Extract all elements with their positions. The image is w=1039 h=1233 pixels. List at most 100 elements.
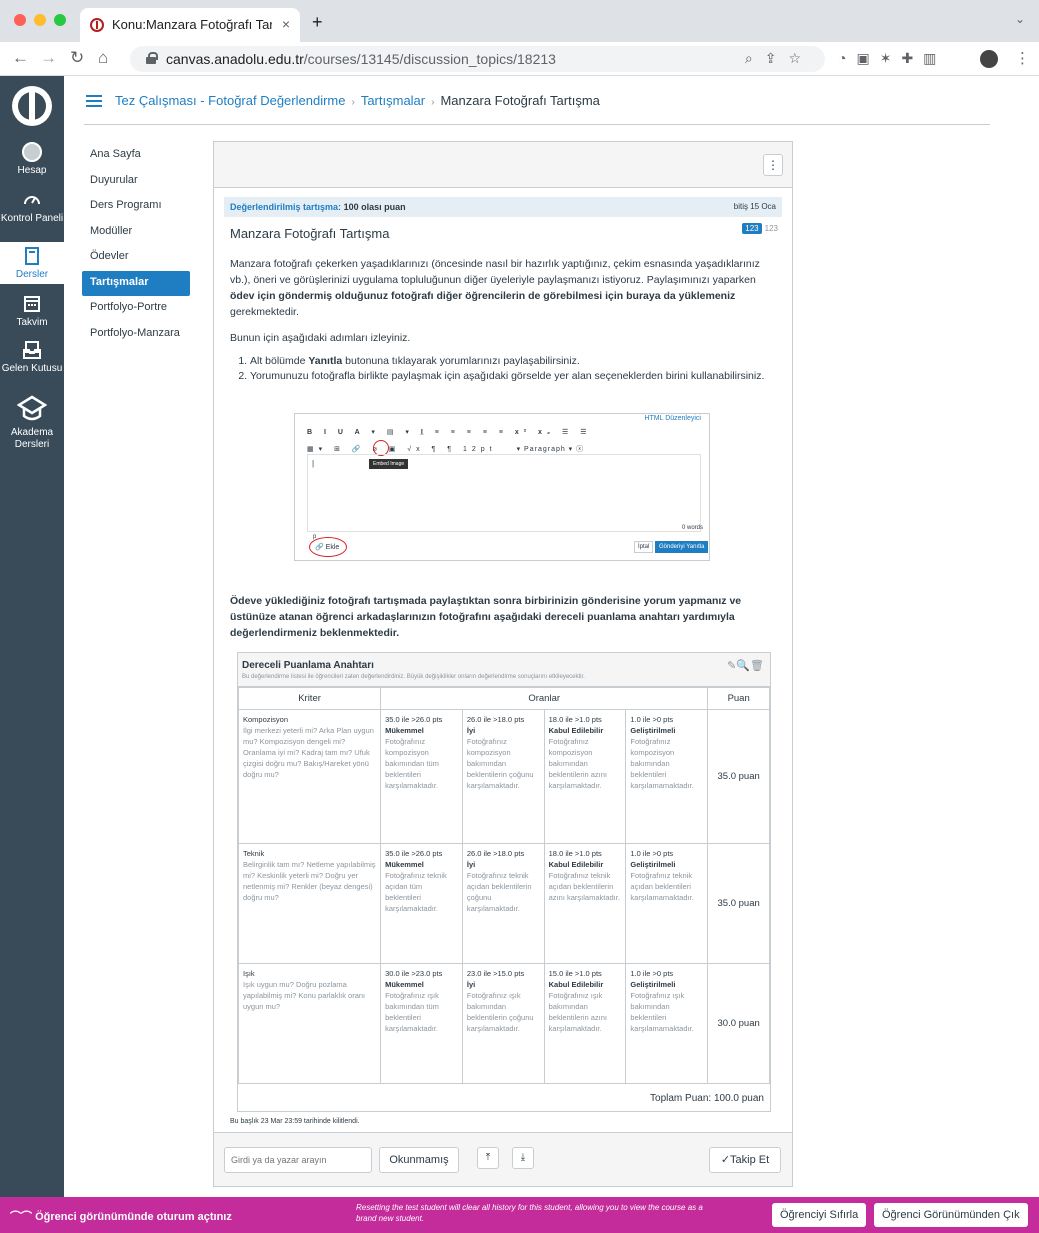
rubric-table: Kriter Oranlar Puan Kompozisyon İlgi merk…: [237, 687, 770, 1084]
breadcrumb-current: Manzara Fotoğrafı Tartışma: [440, 93, 600, 108]
address-bar-row: ← → ↻ ⌂ canvas.anadolu.edu.tr/courses/13…: [0, 42, 1039, 76]
avatar: [22, 142, 42, 162]
course-nav-modules[interactable]: Modüller: [82, 220, 190, 246]
search-input[interactable]: [224, 1147, 372, 1173]
column-header-points: Puan: [707, 687, 770, 710]
editor-toolbar-row: ▦▾ ⊞ 🔗 ⌀ ▣ √x ¶ ¶ 12pt ▾ Paragraph ▾ ⓧ: [307, 446, 585, 453]
institution-logo[interactable]: [12, 86, 52, 126]
graded-points: 100 olası puan: [343, 202, 406, 212]
tab-search-chevron-icon[interactable]: ⌄: [1015, 12, 1025, 26]
editor-text-area: |: [307, 454, 701, 532]
extension-icon: ▣: [856, 50, 880, 66]
new-tab-button[interactable]: +: [312, 12, 323, 33]
steps-list: Alt bölümde Yanıtla butonuna tıklayarak …: [236, 354, 766, 384]
collapse-all-button[interactable]: ⤓: [512, 1147, 534, 1169]
reload-button[interactable]: ↻: [70, 48, 84, 68]
rubric-subtitle: Bu değerlendirme listesi ile öğrencileri…: [242, 674, 585, 680]
global-nav-akadema[interactable]: Akadema Dersleri: [0, 392, 64, 456]
course-nav-announcements[interactable]: Duyurular: [82, 169, 190, 195]
close-window-button[interactable]: [14, 14, 26, 26]
breadcrumb-course-link[interactable]: Tez Çalışması - Fotoğraf Değerlendirme: [115, 93, 345, 108]
rating-cell: 18.0 ile >1.0 pts Kabul Edilebilir Fotoğra…: [543, 843, 627, 964]
table-row: Kompozisyon İlgi merkezi yeterli mi? Arka…: [237, 709, 770, 844]
expand-all-button[interactable]: ⤒: [477, 1147, 499, 1169]
zoom-icon: ⌕: [744, 50, 765, 66]
global-nav-courses[interactable]: Dersler: [0, 242, 64, 284]
table-row: Işık Işık uygun mu? Doğru pozlama yapılab…: [237, 963, 770, 1084]
global-nav-label: Hesap: [17, 165, 47, 176]
rubric-header: Dereceli Puanlama Anahtarı Bu değerlendi…: [238, 653, 770, 687]
reset-student-button[interactable]: Öğrenciyi Sıfırla: [772, 1203, 867, 1227]
due-date: bitiş 15 Oca: [733, 202, 776, 211]
global-nav-account[interactable]: Hesap: [0, 140, 64, 184]
discussion-title: Manzara Fotoğrafı Tartışma: [230, 226, 390, 241]
course-nav-syllabus[interactable]: Ders Programı: [82, 194, 190, 220]
calendar-icon: [24, 296, 40, 312]
points-cell: 35.0 puan: [707, 843, 770, 964]
criterion-cell: Teknik Belirginlik tam mı? Netleme yapıla…: [237, 843, 382, 964]
graduation-cap-icon: [17, 395, 47, 421]
breadcrumb-discussions-link[interactable]: Tartışmalar: [361, 93, 425, 108]
url-field[interactable]: canvas.anadolu.edu.tr/courses/13145/disc…: [130, 46, 825, 72]
course-nav-portfolio-landscape[interactable]: Portfolyo-Manzara: [82, 322, 190, 348]
inbox-icon: [23, 341, 41, 359]
rubric-title: Dereceli Puanlama Anahtarı: [242, 660, 374, 671]
student-view-info: Resetting the test student will clear al…: [356, 1203, 703, 1223]
browser-tab[interactable]: Konu:Manzara Fotoğrafı Tartışr ×: [80, 8, 300, 42]
browser-menu-icon[interactable]: ⋮: [1015, 49, 1030, 67]
forward-button[interactable]: →: [40, 48, 57, 68]
leave-student-view-button[interactable]: Öğrenci Görünümünden Çık: [874, 1203, 1028, 1227]
global-nav-inbox[interactable]: Gelen Kutusu: [0, 338, 64, 388]
puzzle-icon: ✚: [901, 50, 924, 66]
extension-icon: ✶: [879, 50, 902, 66]
graded-label: Değerlendirilmiş tartışma:: [230, 202, 342, 212]
extension-icons[interactable]: ◔▣✶✚▥: [838, 50, 946, 67]
home-button[interactable]: ⌂: [98, 48, 108, 68]
rating-cell: 26.0 ile >18.0 pts İyi Fotoğrafınız teknik…: [461, 843, 545, 964]
rating-cell: 30.0 ile >23.0 pts Mükemmel Fotoğrafınız ı…: [380, 963, 463, 1084]
hamburger-menu-icon[interactable]: [86, 95, 102, 107]
profile-avatar[interactable]: [980, 50, 998, 68]
global-nav-label: Dersler: [15, 269, 49, 280]
tab-title: Konu:Manzara Fotoğrafı Tartışr: [112, 17, 272, 32]
attach-label: 🔗 Ekle: [315, 544, 340, 551]
global-nav-calendar[interactable]: Takvim: [0, 292, 64, 332]
editor-screenshot-image: HTML Düzenleyici B I U A ▾ ▤ ▾ I̲ ≡ ≡ ≡ …: [294, 413, 710, 561]
course-nav-discussions[interactable]: Tartışmalar: [82, 270, 190, 296]
editor-toolbar-row: B I U A ▾ ▤ ▾ I̲ ≡ ≡ ≡ ≡ ≡ x² x₂ ☰ ☰: [307, 429, 592, 436]
url-text: canvas.anadolu.edu.tr/courses/13145/disc…: [166, 51, 556, 67]
divider: [84, 124, 990, 125]
rating-cell: 1.0 ile >0 pts Geliştirilmeli Fotoğrafınız…: [625, 843, 709, 964]
global-nav-label: Gelen Kutusu: [1, 363, 63, 374]
unread-badges: 123 123: [742, 223, 778, 234]
omnibox-actions[interactable]: ⌕⇪☆: [745, 50, 813, 67]
unread-filter-button[interactable]: Okunmamış: [379, 1147, 459, 1173]
course-nav-home[interactable]: Ana Sayfa: [82, 143, 190, 169]
total-count-badge: 123: [764, 224, 778, 233]
rubric-edit-search-delete-icons[interactable]: ✎🔍🗑: [727, 659, 764, 672]
course-nav-portfolio-portrait[interactable]: Portfolyo-Portre: [82, 296, 190, 322]
back-button[interactable]: ←: [12, 48, 29, 68]
rating-cell: 35.0 ile >26.0 pts Mükemmel Fotoğrafınız k…: [380, 709, 463, 844]
intro-paragraph: Manzara fotoğrafı çekerken yaşadıklarını…: [230, 258, 760, 318]
criterion-cell: Kompozisyon İlgi merkezi yeterli mi? Arka…: [237, 709, 382, 844]
follow-button[interactable]: ✓Takip Et: [709, 1147, 781, 1173]
minimize-window-button[interactable]: [34, 14, 46, 26]
options-menu-icon[interactable]: ⋮: [763, 154, 783, 176]
extension-icon: ◔: [838, 50, 857, 66]
breadcrumb: Tez Çalışması - Fotoğraf Değerlendirme › T…: [115, 93, 600, 108]
maximize-window-button[interactable]: [54, 14, 66, 26]
tab-close-button[interactable]: ×: [282, 16, 290, 32]
global-nav-label: Akadema Dersleri: [10, 427, 54, 450]
student-view-bar: ⌒⌒ Öğrenci görünümünde oturum açtınız Re…: [0, 1197, 1039, 1233]
chevron-right-icon: ›: [351, 97, 355, 108]
rubric-total-points: Toplam Puan: 100.0 puan: [650, 1093, 764, 1104]
column-header-ratings: Oranlar: [380, 687, 709, 710]
cancel-label: İptal: [634, 541, 654, 553]
book-icon: [25, 247, 39, 265]
discussion-toolbar: Okunmamış ⤒ ⤓ ✓Takip Et: [214, 1132, 792, 1186]
rating-cell: 18.0 ile >1.0 pts Kabul Edilebilir Fotoğra…: [543, 709, 627, 844]
course-nav-assignments[interactable]: Ödevler: [82, 245, 190, 271]
global-nav-dashboard[interactable]: Kontrol Paneli: [0, 188, 64, 236]
rating-cell: 35.0 ile >26.0 pts Mükemmel Fotoğrafınız t…: [380, 843, 463, 964]
